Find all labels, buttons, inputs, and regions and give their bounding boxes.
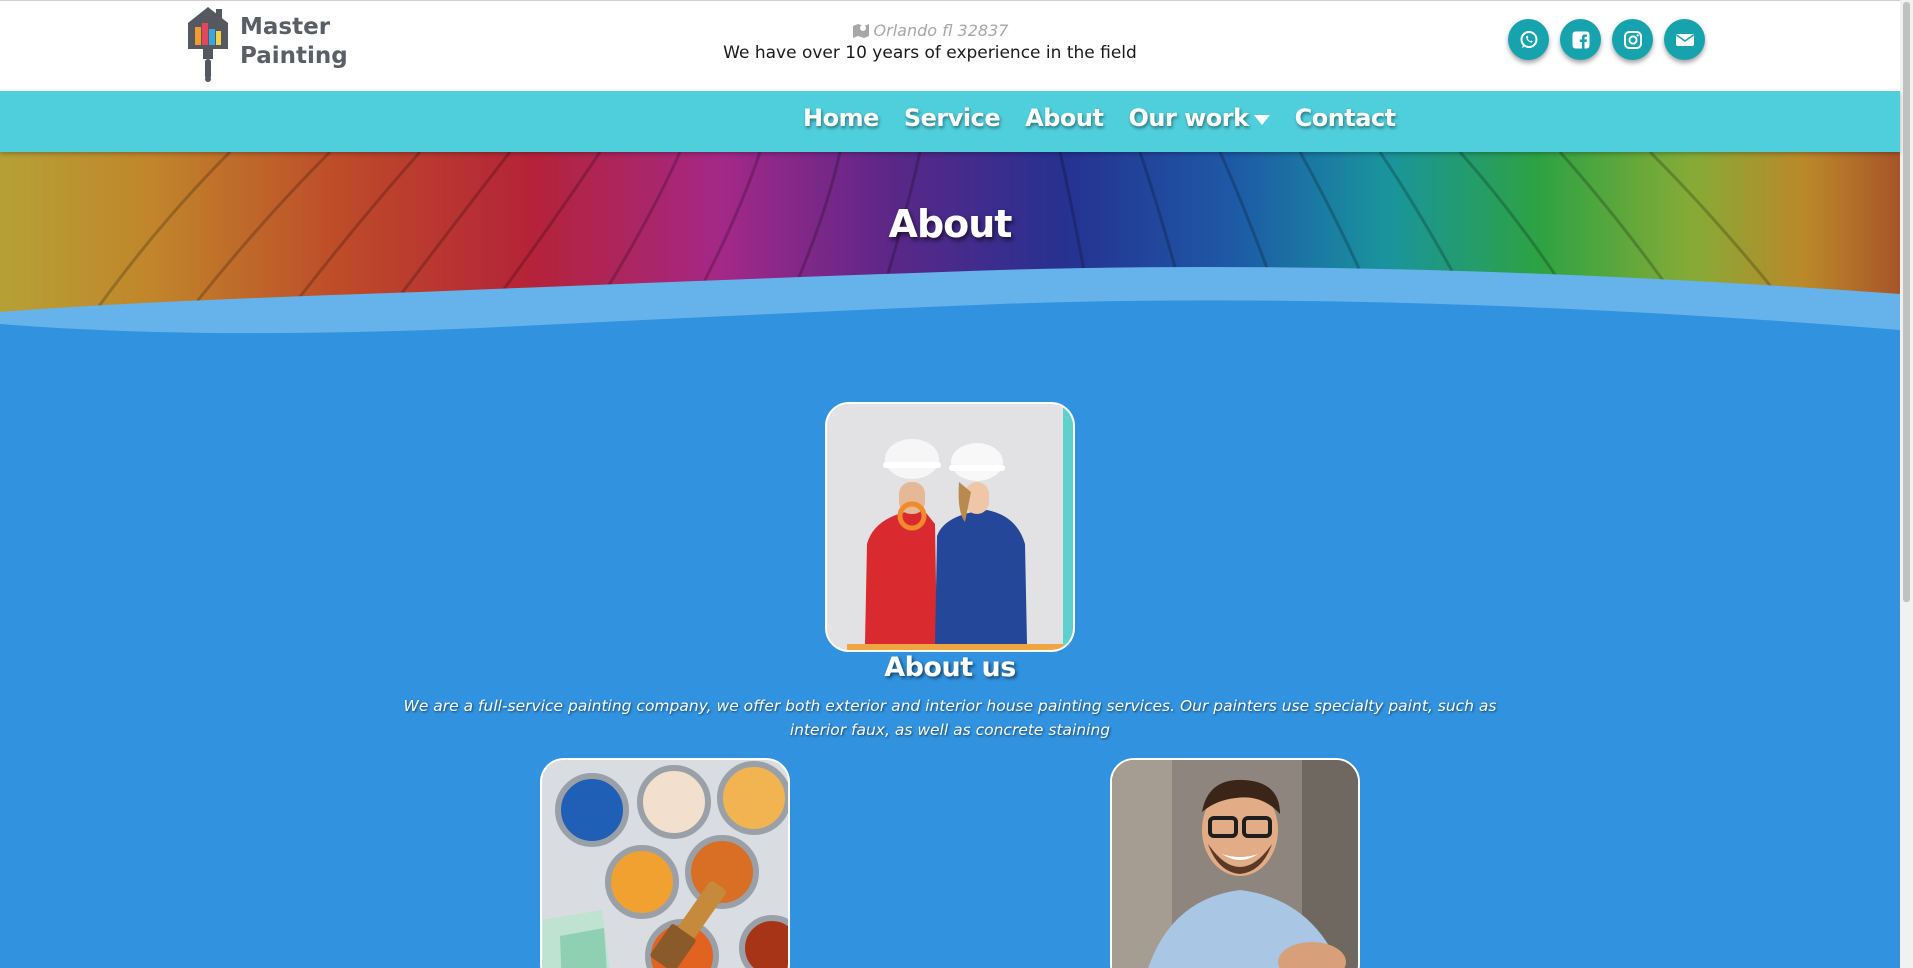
whatsapp-button[interactable] xyxy=(1508,19,1549,60)
facebook-button[interactable] xyxy=(1560,19,1601,60)
scrollbar-thumb[interactable] xyxy=(1903,2,1910,602)
house-paintbrush-logo-icon xyxy=(188,7,228,82)
nav-item-our-work-label: Our work xyxy=(1128,104,1249,132)
logo-line-1: Master xyxy=(240,14,331,40)
client-handshake-photo xyxy=(1110,758,1360,968)
whatsapp-icon xyxy=(1520,30,1537,48)
social-links xyxy=(1508,19,1705,60)
nav-item-contact[interactable]: Contact xyxy=(1295,104,1397,132)
about-team-photo xyxy=(825,402,1075,652)
email-button[interactable] xyxy=(1664,19,1705,60)
about-description: We are a full-service painting company, … xyxy=(403,697,1497,739)
logo[interactable]: Master Painting xyxy=(186,5,348,83)
header-info: Orlando fl 32837 We have over 10 years o… xyxy=(640,19,1220,64)
hero-title: About xyxy=(888,202,1013,246)
nav-item-about[interactable]: About xyxy=(1025,104,1104,132)
facebook-icon xyxy=(1572,31,1589,49)
nav-item-service[interactable]: Service xyxy=(904,104,1001,132)
main-nav: Home Service About Our work Contact xyxy=(0,91,1900,152)
paint-cans-photo xyxy=(540,758,790,968)
page-scrollbar[interactable] xyxy=(1900,0,1913,968)
logo-text: Master Painting xyxy=(240,13,348,71)
hero-banner: About xyxy=(0,152,1900,362)
smiling-man-image xyxy=(1112,760,1358,968)
nav-menu: Home Service About Our work Contact xyxy=(803,104,1396,132)
instagram-icon xyxy=(1623,30,1642,49)
workers-image xyxy=(827,404,1073,650)
location: Orlando fl 32837 xyxy=(640,19,1220,41)
envelope-icon xyxy=(1675,33,1694,46)
nav-item-home[interactable]: Home xyxy=(803,104,879,132)
logo-line-2: Painting xyxy=(240,43,348,69)
top-header: Master Painting Orlando fl 32837 We have… xyxy=(0,0,1900,91)
instagram-button[interactable] xyxy=(1612,19,1653,60)
location-text: Orlando fl 32837 xyxy=(873,20,1009,40)
rainbow-stripes-image xyxy=(0,152,1900,362)
about-heading: About us xyxy=(884,652,1016,683)
map-icon xyxy=(852,24,869,38)
nav-item-our-work[interactable]: Our work xyxy=(1128,104,1270,132)
experience-text: We have over 10 years of experience in t… xyxy=(723,43,1137,63)
caret-down-icon xyxy=(1253,114,1270,125)
paint-cans-image xyxy=(542,760,788,968)
